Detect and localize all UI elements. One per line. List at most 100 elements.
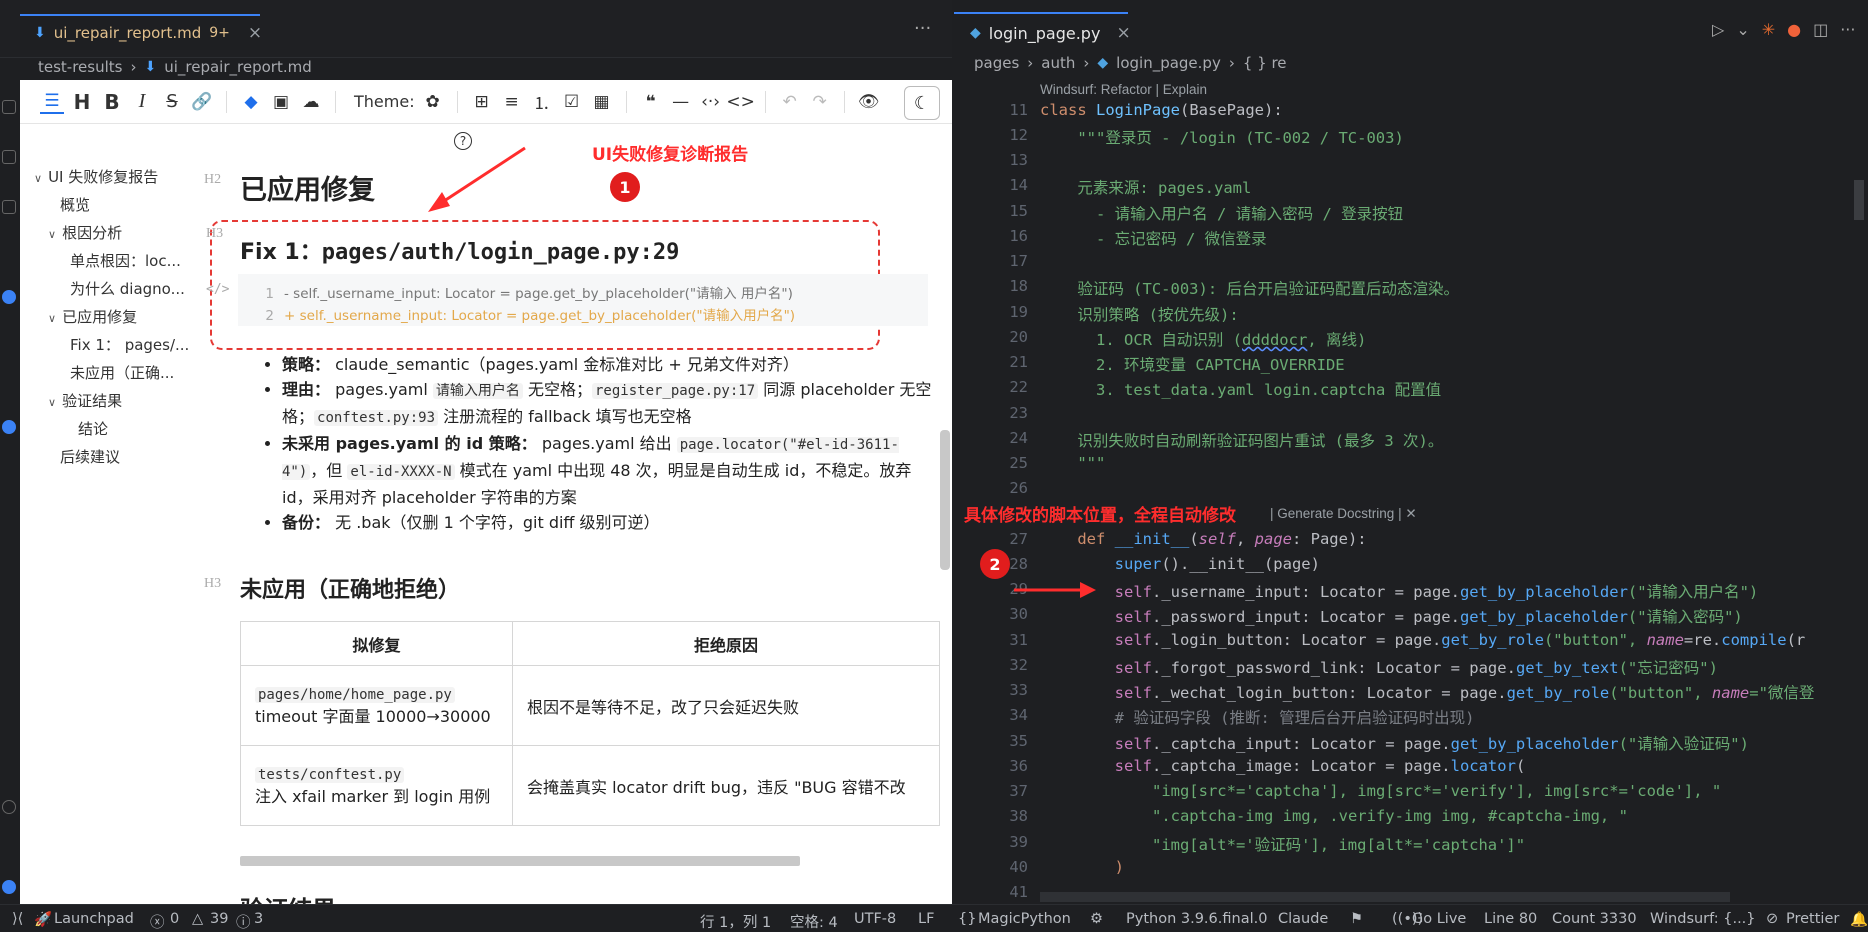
codelens-docstring[interactable]: | Generate Docstring | ✕ [1270, 506, 1417, 522]
cloud-upload-icon[interactable]: ☁ [299, 90, 323, 114]
palette-icon[interactable]: ✿ [421, 90, 445, 114]
tab-login-page[interactable]: ◆ login_page.py × [954, 12, 1131, 52]
strikethrough-icon[interactable]: S [160, 90, 184, 114]
horizontal-rule-icon[interactable]: — [669, 90, 693, 114]
go-live-button[interactable]: Go Live [1412, 911, 1466, 927]
toc-item[interactable]: 后续建议 [60, 446, 120, 467]
preview-vertical-scrollbar[interactable] [940, 430, 950, 570]
breadcrumb-item[interactable]: auth [1041, 54, 1075, 72]
split-editor-icon[interactable]: ◫ [1813, 20, 1828, 39]
rail-icon[interactable] [2, 150, 16, 164]
code-line: 35 self._captcha_input: Locator = page.g… [1009, 732, 1749, 753]
rejected-fixes-table: 拟修复 拒绝原因 pages/home/home_page.py timeout … [240, 621, 940, 826]
line-total: Line 80 [1484, 911, 1538, 927]
table-header-row: 拟修复 拒绝原因 [240, 621, 940, 666]
code-line: 39 "img[alt*='验证码'], img[alt*='captcha']… [1009, 833, 1526, 854]
insert-icon[interactable]: ⊞ [470, 90, 494, 114]
chevron-down-icon[interactable]: ⌄ [1736, 20, 1749, 39]
code-line: 28 super().__init__(page) [1009, 555, 1320, 573]
breadcrumb-item[interactable]: ui_repair_report.md [164, 58, 312, 76]
ordered-list-icon[interactable]: ⒈ [530, 90, 554, 114]
link-icon[interactable]: 🔗 [190, 90, 214, 114]
tab-ui-repair-report[interactable]: ⬇ ui_repair_report.md 9+ × [20, 14, 262, 50]
code-line: 23 [1009, 404, 1028, 422]
bell-icon[interactable]: ⚑ [1350, 911, 1363, 927]
breadcrumb-item[interactable]: login_page.py [1116, 54, 1221, 72]
launchpad-button[interactable]: Launchpad [54, 911, 134, 927]
close-icon[interactable]: × [248, 23, 262, 43]
error-count[interactable]: 0 [170, 911, 179, 927]
code-vertical-scrollbar[interactable] [1854, 180, 1864, 220]
settings-badge-icon[interactable] [2, 880, 16, 894]
toc-item[interactable]: ∨ 已应用修复 [48, 306, 137, 327]
toc-toggle-icon[interactable]: ☰ [40, 90, 64, 114]
table-horizontal-scrollbar[interactable] [240, 856, 800, 866]
breadcrumb-item[interactable]: pages [974, 54, 1019, 72]
toolbar-divider [456, 90, 458, 113]
run-icon[interactable]: ▷ [1712, 20, 1724, 39]
python-interpreter[interactable]: Python 3.9.6.final.0 [1126, 911, 1267, 927]
rail-icon[interactable] [2, 200, 16, 214]
toc-item[interactable]: 单点根因：loc... [70, 250, 181, 271]
line-ending[interactable]: LF [918, 911, 934, 927]
quote-icon[interactable]: ❝ [639, 90, 663, 114]
heading-icon[interactable]: H [70, 90, 94, 114]
status-bar: ⟩⟨ 🚀 Launchpad ⓧ 0 △ 39 ⓘ 3 行 1，列 1 空格: … [0, 904, 1868, 932]
code-line: 17 [1009, 252, 1028, 270]
toc-item[interactable]: 结论 [78, 418, 108, 439]
bullet-list-icon[interactable]: ≡ [500, 90, 524, 114]
info-icon: ⓘ [236, 915, 251, 931]
indent-spaces[interactable]: 空格: 4 [790, 911, 838, 932]
code-line: 34 # 验证码字段 (推断: 管理后台开启验证码时出现) [1009, 706, 1475, 727]
undo-icon[interactable]: ↶ [778, 90, 802, 114]
export-icon[interactable]: ▣ [269, 90, 293, 114]
markdown-file-icon: ⬇ [144, 59, 157, 75]
more-actions-icon[interactable]: ··· [1840, 20, 1855, 39]
heading-rejected: 未应用（正确地拒绝） [240, 578, 461, 603]
code-block-icon[interactable]: <> [726, 90, 755, 114]
rail-badge-icon[interactable] [2, 420, 16, 434]
toc-item[interactable]: ∨ 根因分析 [48, 222, 122, 243]
code-horizontal-scrollbar[interactable] [1040, 892, 1730, 902]
copilot-icon[interactable]: ● [1787, 20, 1801, 39]
toc-item[interactable]: 为什么 diagno... [70, 278, 185, 299]
info-count[interactable]: 3 [254, 911, 263, 927]
table-header: 拟修复 [240, 621, 513, 666]
italic-icon[interactable]: I [130, 90, 154, 114]
notifications-icon[interactable]: 🔔 [1850, 911, 1868, 928]
heading-level-tag: H3 [206, 226, 224, 241]
rail-icon[interactable] [2, 100, 16, 114]
breadcrumb-item[interactable]: { } re [1243, 54, 1287, 72]
warning-count[interactable]: 39 [210, 911, 228, 927]
account-icon[interactable] [2, 800, 16, 814]
redo-icon[interactable]: ↷ [808, 90, 832, 114]
breadcrumb-item[interactable]: test-results [38, 58, 122, 76]
codelens-refactor[interactable]: Windsurf: Refactor | Explain [1040, 82, 1207, 97]
encoding[interactable]: UTF-8 [854, 911, 896, 927]
language-mode[interactable]: MagicPython [978, 911, 1071, 927]
toc-item[interactable]: ∨ 验证结果 [48, 390, 122, 411]
toc-item[interactable]: 概览 [60, 194, 90, 215]
more-actions-icon[interactable]: ··· [914, 18, 931, 39]
windsurf-status[interactable]: Windsurf: {...} [1650, 911, 1756, 927]
claude-status[interactable]: Claude [1278, 911, 1328, 927]
toolbar-divider [625, 90, 627, 113]
vscode-icon[interactable]: ◆ [239, 90, 263, 114]
close-icon[interactable]: × [1116, 23, 1130, 43]
preview-eye-icon[interactable]: 👁 [857, 90, 881, 114]
remote-icon[interactable]: ⟩⟨ [12, 911, 23, 927]
toc-item[interactable]: ∨ UI 失败修复报告 [34, 166, 158, 187]
checkbox-icon[interactable]: ☑ [560, 90, 584, 114]
rail-badge-icon[interactable] [2, 290, 16, 304]
claude-icon[interactable]: ✳ [1762, 20, 1775, 39]
annotation-arrow-2 [1014, 582, 1096, 598]
prettier-status[interactable]: Prettier [1786, 911, 1839, 927]
table-icon[interactable]: ▦ [590, 90, 614, 114]
inline-code-icon[interactable]: ‹·› [699, 90, 723, 114]
bold-icon[interactable]: B [100, 90, 124, 114]
toc-item[interactable]: 未应用（正确... [70, 362, 174, 383]
toc-item-fix1[interactable]: Fix 1： pages/... [70, 334, 189, 355]
cursor-position[interactable]: 行 1，列 1 [700, 911, 771, 932]
toolbar-divider [335, 90, 336, 113]
dark-mode-moon-icon[interactable]: ☾ [904, 86, 940, 120]
